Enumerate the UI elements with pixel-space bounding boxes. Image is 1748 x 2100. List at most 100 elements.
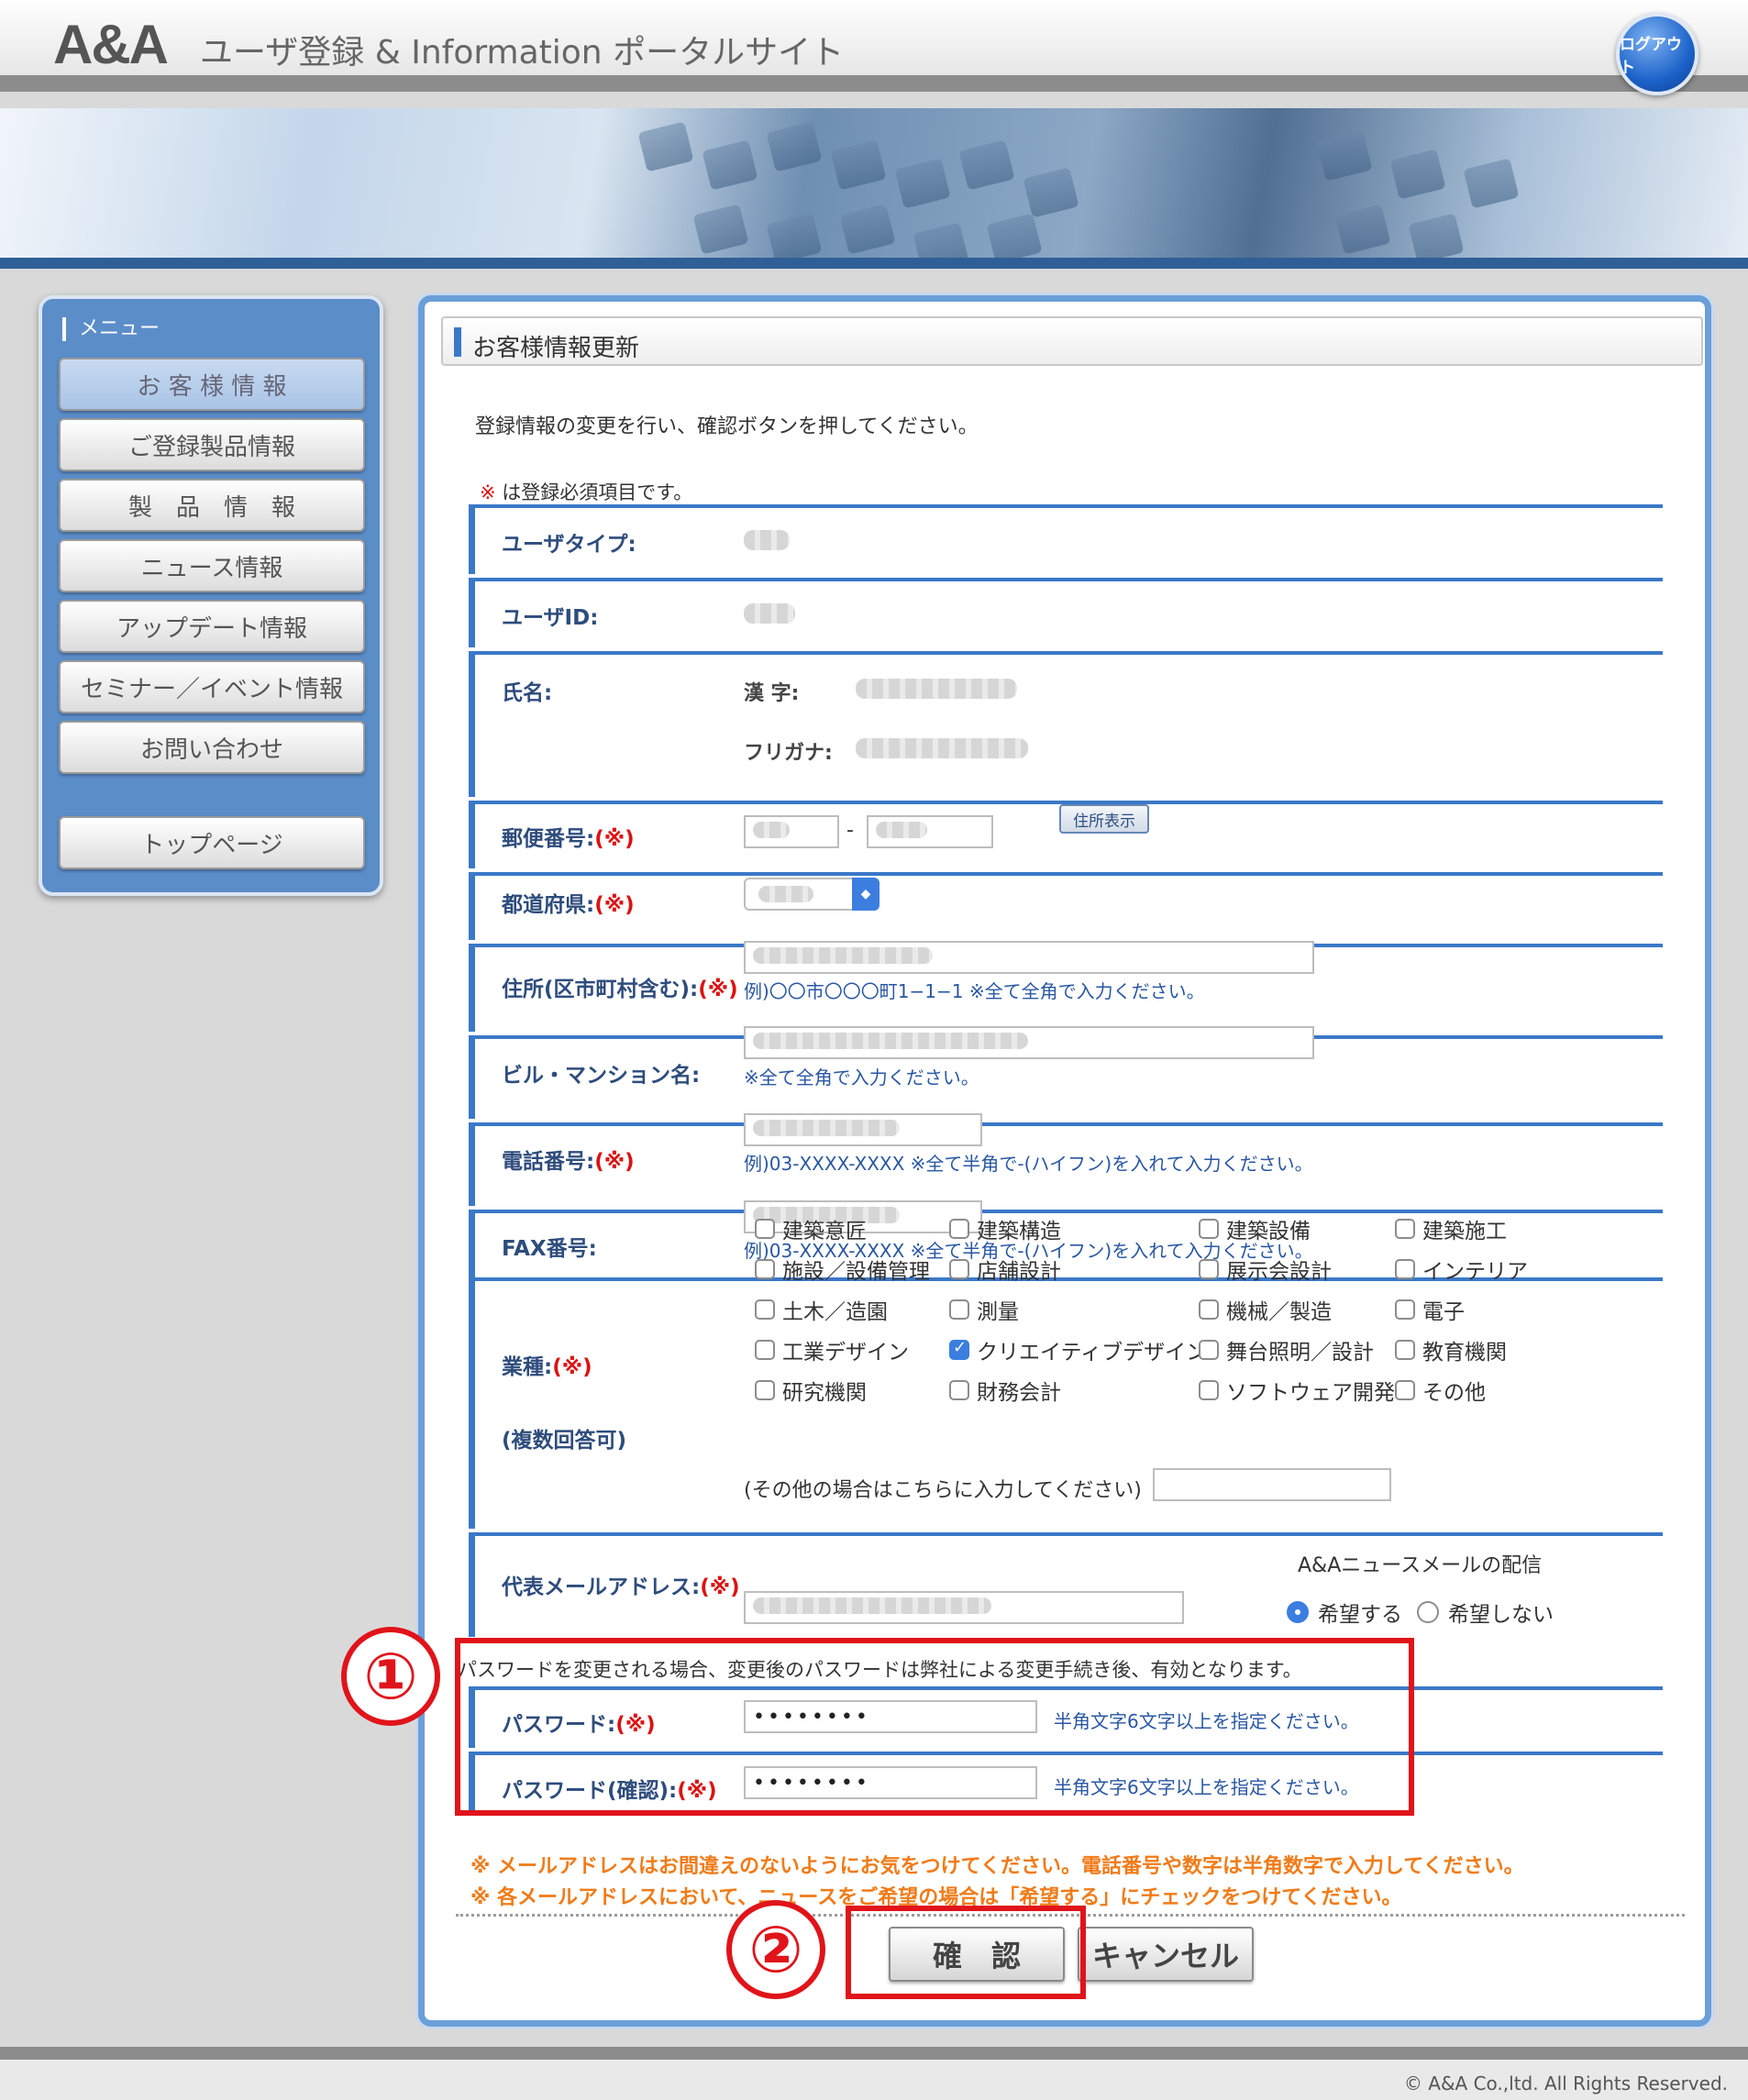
row-separator: [469, 1122, 1663, 1126]
industry-option[interactable]: クリエイティブデザイン: [949, 1334, 1207, 1365]
industry-option[interactable]: 建築施工: [1395, 1213, 1507, 1244]
radio-icon: [1417, 1601, 1439, 1623]
checkbox-icon: [755, 1380, 775, 1400]
select-arrow-icon: ◆: [852, 878, 880, 911]
industry-option-label: 店舗設計: [977, 1260, 1061, 1284]
industry-option[interactable]: 建築設備: [1199, 1213, 1311, 1244]
sidebar-item-contact[interactable]: お問い合わせ: [59, 721, 365, 774]
annotation-number-2: ②: [726, 1900, 825, 1999]
checkbox-icon: [755, 1340, 775, 1360]
user-type-value: [744, 530, 790, 550]
industry-option-label: クリエイティブデザイン: [977, 1341, 1208, 1365]
checkbox-icon: [1199, 1340, 1219, 1360]
industry-option-label: ソフトウェア開発: [1226, 1381, 1395, 1405]
phone-hint: 例)03-XXXX-XXXX ※全て半角で-(ハイフン)を入れて入力ください。: [744, 1153, 1313, 1175]
fax-label: FAX番号:: [502, 1237, 597, 1261]
industry-option[interactable]: 展示会設計: [1199, 1254, 1332, 1285]
industry-option[interactable]: 財務会計: [949, 1375, 1061, 1406]
industry-option-label: 展示会設計: [1226, 1260, 1332, 1284]
industry-option[interactable]: 機械／製造: [1199, 1294, 1332, 1325]
industry-option[interactable]: 工業デザイン: [755, 1334, 909, 1365]
industry-option-label: 建築構造: [977, 1220, 1061, 1243]
industry-option[interactable]: 建築意匠: [755, 1213, 867, 1244]
industry-option-label: 建築意匠: [782, 1220, 867, 1243]
copyright: © A&A Co.,ltd. All Rights Reserved.: [1403, 2072, 1728, 2094]
building-label: ビル・マンション名:: [502, 1064, 701, 1088]
kanji-label: 漢 字:: [744, 682, 800, 705]
postal-code-second-input[interactable]: [867, 815, 993, 848]
industry-option[interactable]: 舞台照明／設計: [1199, 1334, 1374, 1365]
row-accent: [469, 1126, 475, 1206]
industry-option[interactable]: 電子: [1395, 1294, 1465, 1325]
industry-option[interactable]: 研究機関: [755, 1375, 867, 1406]
checkbox-icon: [755, 1219, 775, 1239]
row-separator: [469, 651, 1663, 655]
sidebar-menu: メニュー お 客 様 情 報 ご登録製品情報 製 品 情 報 ニュース情報 アッ…: [39, 295, 383, 896]
checkbox-icon: [1199, 1259, 1219, 1279]
annotation-number-1: ①: [341, 1627, 440, 1726]
industry-option[interactable]: 建築構造: [949, 1213, 1061, 1244]
annotation-box-password: [455, 1638, 1414, 1816]
building-input[interactable]: [744, 1026, 1314, 1059]
address-input[interactable]: [744, 941, 1314, 974]
industry-option[interactable]: 教育機関: [1395, 1334, 1507, 1365]
sidebar-item-products[interactable]: 製 品 情 報: [59, 479, 365, 532]
checkbox-checked-icon: [949, 1338, 969, 1360]
industry-option[interactable]: 施設／設備管理: [755, 1254, 930, 1285]
user-id-label: ユーザID:: [502, 606, 599, 630]
row-accent: [469, 655, 475, 797]
industry-option[interactable]: その他: [1395, 1375, 1486, 1406]
industry-option[interactable]: ソフトウェア開発: [1199, 1375, 1395, 1406]
sidebar-item-registered-products[interactable]: ご登録製品情報: [59, 418, 365, 471]
keyboard-banner: [0, 108, 1748, 269]
newsletter-no-option[interactable]: 希望しない: [1417, 1597, 1554, 1628]
checkbox-icon: [949, 1380, 969, 1400]
checkbox-icon: [755, 1299, 775, 1320]
industry-other-input[interactable]: [1153, 1468, 1391, 1501]
required-mark: ※: [480, 481, 496, 503]
kanji-value: [856, 679, 1017, 699]
row-separator: [469, 1532, 1663, 1536]
required-note: ※ は登録必須項目です。: [480, 478, 692, 505]
building-hint: ※全て全角で入力ください。: [744, 1067, 979, 1089]
newsletter-title: A&Aニュースメールの配信: [1298, 1554, 1543, 1577]
industry-label: 業種:(※): [502, 1355, 592, 1379]
newsletter-yes-option[interactable]: 希望する: [1287, 1597, 1402, 1628]
furigana-value: [856, 738, 1028, 758]
lead-text: 登録情報の変更を行い、確認ボタンを押してください。: [475, 415, 979, 438]
row-separator: [469, 578, 1663, 581]
address-label: 住所(区市町村含む):(※): [502, 978, 738, 1001]
email-input[interactable]: [744, 1591, 1184, 1624]
postal-dash: -: [846, 819, 854, 842]
row-accent: [469, 804, 475, 868]
logo[interactable]: A&A: [53, 13, 169, 76]
industry-option-label: 建築設備: [1226, 1220, 1311, 1243]
phone-input[interactable]: [744, 1113, 982, 1146]
sidebar-item-seminars[interactable]: セミナー／イベント情報: [59, 660, 365, 713]
sidebar-item-news[interactable]: ニュース情報: [59, 539, 365, 592]
sidebar-item-top-page[interactable]: トップページ: [59, 816, 365, 869]
sidebar-item-customer-info[interactable]: お 客 様 情 報: [59, 358, 365, 411]
annotation-box-confirm: [846, 1906, 1086, 1999]
industry-option[interactable]: インテリア: [1395, 1254, 1528, 1285]
user-id-value: [744, 603, 795, 624]
industry-option-label: 工業デザイン: [782, 1341, 909, 1365]
checkbox-icon: [1199, 1219, 1219, 1239]
sidebar-item-updates[interactable]: アップデート情報: [59, 600, 365, 653]
postal-code-first-input[interactable]: [744, 815, 839, 848]
industry-option-label: その他: [1422, 1381, 1486, 1405]
cancel-button[interactable]: キャンセル: [1078, 1927, 1254, 1982]
row-separator: [469, 504, 1663, 508]
industry-option[interactable]: 測量: [949, 1294, 1019, 1325]
row-accent: [469, 1536, 475, 1637]
industry-option[interactable]: 土木／造園: [755, 1294, 888, 1325]
footer: © A&A Co.,ltd. All Rights Reserved.: [0, 2047, 1748, 2100]
email-label: 代表メールアドレス:(※): [502, 1575, 740, 1599]
address-lookup-button[interactable]: 住所表示: [1059, 804, 1149, 834]
industry-option[interactable]: 店舗設計: [949, 1254, 1061, 1285]
row-accent: [469, 947, 475, 1032]
logout-button[interactable]: ログアウト: [1616, 13, 1698, 95]
header: A&A ユーザ登録 & Information ポータルサイト ログアウト: [0, 0, 1748, 95]
radio-selected-icon: [1287, 1601, 1309, 1623]
prefecture-select[interactable]: ◆: [744, 878, 880, 911]
